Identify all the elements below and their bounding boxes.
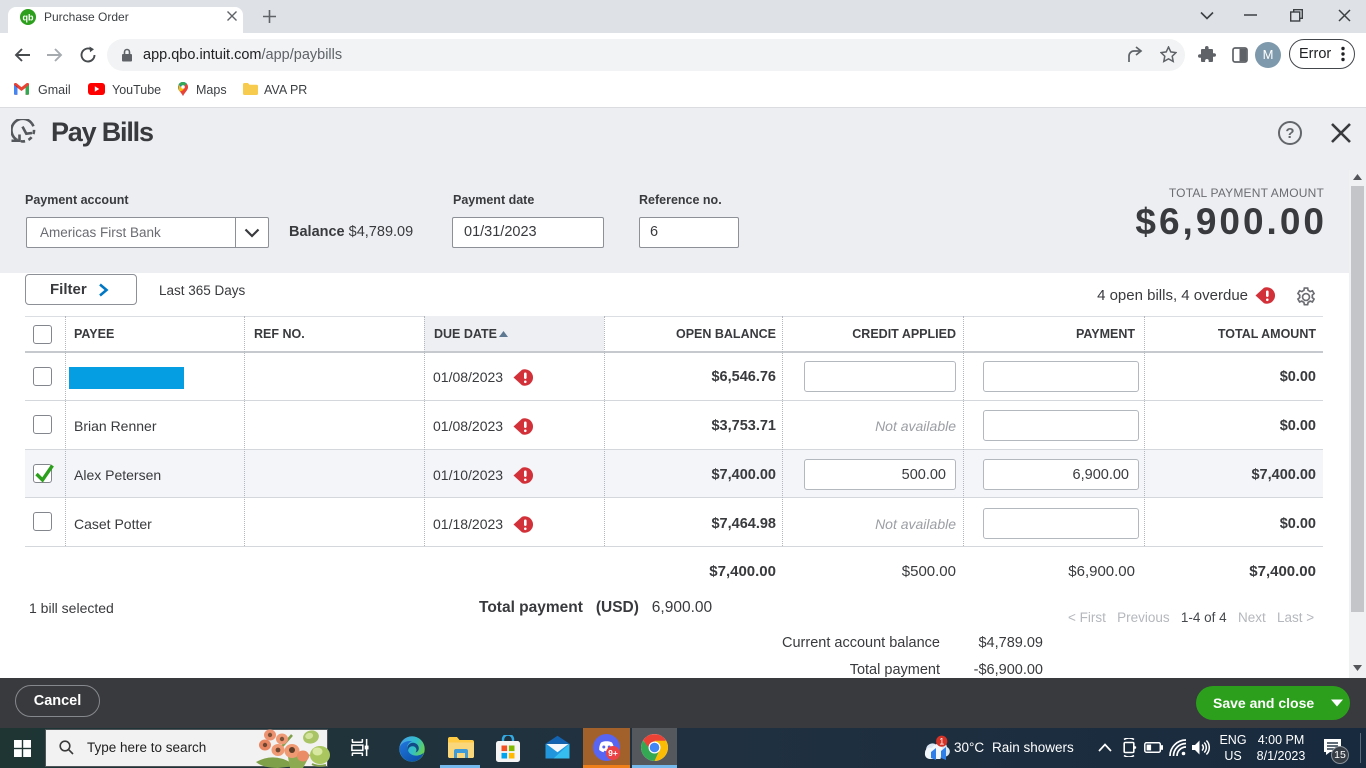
svg-text:qb: qb — [23, 12, 34, 22]
svg-text:1: 1 — [939, 736, 944, 746]
